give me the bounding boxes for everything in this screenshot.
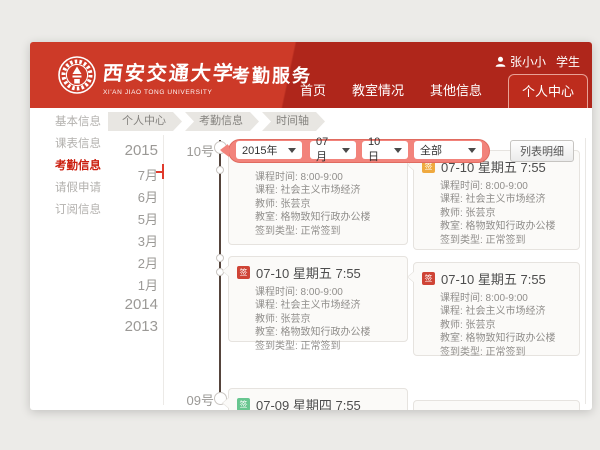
nav-home[interactable]: 首页: [300, 80, 326, 108]
card-line-course-time: 课程时间: 8:00-9:00: [440, 180, 571, 193]
filter-controls: 2015年 07月 10日 全部: [228, 139, 490, 163]
card-line-classroom: 教室: 格物致知行政办公楼: [440, 332, 571, 345]
card-line-course-time: 课程时间: 8:00-9:00: [440, 292, 571, 305]
nav-other-info[interactable]: 其他信息: [430, 80, 482, 108]
list-detail-button[interactable]: 列表明细: [510, 140, 574, 162]
current-month-marker: [162, 164, 164, 179]
card-date: 07-10 星期五 7:55: [441, 269, 546, 288]
card-header: 签 07-10 星期五 7:55: [229, 257, 407, 282]
chevron-down-icon: [394, 148, 402, 153]
attendance-card[interactable]: 课程时间: 8:00-9:00 课程: 社会主义市场经济 教师: 张芸京 教室:…: [228, 150, 408, 245]
card-body: 课程时间: 8:00-9:00 课程: 社会主义市场经济 教师: 张芸京 教室:…: [229, 282, 407, 361]
chevron-down-icon: [468, 148, 476, 153]
user-info[interactable]: 张小小 学生: [495, 53, 580, 70]
card-body: 课程时间: 8:00-9:00 课程: 社会主义市场经济 教师: 张芸京 教室:…: [414, 176, 579, 255]
university-name-cn: 西安交通大学: [101, 57, 236, 86]
card-header: 签 07-10 星期五 7:55: [414, 263, 579, 288]
type-dropdown-value: 全部: [420, 142, 442, 158]
attendance-app-window: 西安交通大学 XI'AN JIAO TONG UNIVERSITY 考勤服务 张…: [30, 42, 592, 410]
card-body: 课程时间: 8:00-9:00 课程: 社会主义市场经济 教师: 张芸京 教室:…: [229, 151, 407, 246]
timeline-day-09: 09号: [180, 390, 214, 409]
university-name-en: XI'AN JIAO TONG UNIVERSITY: [103, 89, 235, 96]
card-line-course-time: 课程时间: 8:00-9:00: [255, 286, 399, 299]
timeline-scale-jul[interactable]: 7月: [90, 165, 158, 184]
card-line-signin-type: 签到类型: 正常签到: [255, 340, 399, 353]
user-name: 张小小: [510, 53, 546, 70]
day-dropdown-value: 10日: [368, 136, 388, 164]
timeline-scale-may[interactable]: 5月: [90, 209, 158, 228]
card-date: 07-09 星期四 7:55: [256, 395, 361, 410]
timeline-node: [216, 254, 224, 262]
attendance-card[interactable]: 签 07-10 星期五 7:55 课程时间: 8:00-9:00 课程: 社会主…: [413, 150, 580, 250]
desktop-background: 西安交通大学 XI'AN JIAO TONG UNIVERSITY 考勤服务 张…: [0, 0, 600, 450]
nav-personal-center-active[interactable]: 个人中心: [508, 74, 588, 108]
card-date: 07-10 星期五 7:55: [256, 263, 361, 282]
app-header: 西安交通大学 XI'AN JIAO TONG UNIVERSITY 考勤服务 张…: [30, 42, 592, 108]
timeline-node: [216, 166, 224, 174]
university-logo-icon: [57, 55, 97, 95]
signin-stamp-icon: 签: [422, 272, 435, 285]
card-line-teacher: 教师: 张芸京: [440, 207, 571, 220]
chevron-down-icon: [342, 148, 350, 153]
month-dropdown-value: 07月: [316, 136, 336, 164]
day-dropdown[interactable]: 10日: [362, 141, 408, 159]
attendance-card[interactable]: 签 07-10 星期五 7:55 课程时间: 8:00-9:00 课程: 社会主…: [413, 262, 580, 356]
card-line-classroom: 教室: 格物致知行政办公楼: [255, 326, 399, 339]
attendance-card[interactable]: 签 07-09 星期四 7:55: [228, 388, 408, 410]
breadcrumb: 个人中心 考勤信息 时间轴: [108, 112, 325, 131]
university-brand: 西安交通大学 XI'AN JIAO TONG UNIVERSITY: [103, 57, 235, 96]
card-line-signin-type: 签到类型: 正常签到: [440, 234, 571, 247]
nav-classrooms[interactable]: 教室情况: [352, 80, 404, 108]
card-line-classroom: 教室: 格物致知行政办公楼: [255, 211, 399, 224]
timeline-scale-jun[interactable]: 6月: [90, 187, 158, 206]
timeline-scale-2014[interactable]: 2014: [90, 296, 158, 313]
attendance-card[interactable]: 签 07-10 星期五 7:55 课程时间: 8:00-9:00 课程: 社会主…: [228, 256, 408, 342]
timeline-scale-2015[interactable]: 2015: [90, 142, 158, 159]
chevron-down-icon: [288, 148, 296, 153]
card-line-teacher: 教师: 张芸京: [255, 313, 399, 326]
card-line-course: 课程: 社会主义市场经济: [440, 305, 571, 318]
user-role: 学生: [556, 53, 580, 70]
card-line-course: 课程: 社会主义市场经济: [255, 299, 399, 312]
card-line-signin-type: 签到类型: 正常签到: [440, 346, 571, 359]
card-line-course: 课程: 社会主义市场经济: [255, 184, 399, 197]
month-dropdown[interactable]: 07月: [310, 141, 356, 159]
card-body: 课程时间: 8:00-9:00 课程: 社会主义市场经济 教师: 张芸京 教室:…: [414, 288, 579, 367]
signin-stamp-icon: 签: [237, 398, 250, 410]
timeline-scale-mar[interactable]: 3月: [90, 231, 158, 250]
card-line-teacher: 教师: 张芸京: [440, 319, 571, 332]
person-icon: [495, 56, 506, 67]
breadcrumb-attendance-info[interactable]: 考勤信息: [185, 112, 259, 131]
sidebar-item-basic-info[interactable]: 基本信息: [55, 116, 101, 129]
card-header: 签 07-09 星期四 7:55: [229, 389, 407, 410]
scrollbar-track[interactable]: [585, 138, 586, 404]
card-line-classroom: 教室: 格物致知行政办公楼: [440, 220, 571, 233]
type-dropdown[interactable]: 全部: [414, 141, 482, 159]
card-line-signin-type: 签到类型: 正常签到: [255, 225, 399, 238]
attendance-card[interactable]: [413, 400, 580, 410]
card-line-teacher: 教师: 张芸京: [255, 198, 399, 211]
signin-stamp-icon: 签: [237, 266, 250, 279]
timeline-scale-2013[interactable]: 2013: [90, 318, 158, 335]
timeline-scale-feb[interactable]: 2月: [90, 253, 158, 272]
card-line-course: 课程: 社会主义市场经济: [440, 193, 571, 206]
timeline-day-10: 10号: [180, 141, 214, 160]
breadcrumb-timeline[interactable]: 时间轴: [262, 112, 325, 131]
year-dropdown-value: 2015年: [242, 142, 277, 158]
year-dropdown[interactable]: 2015年: [236, 141, 302, 159]
timeline-scale-jan[interactable]: 1月: [90, 275, 158, 294]
breadcrumb-personal-center[interactable]: 个人中心: [108, 112, 182, 131]
main-nav: 首页 教室情况 其他信息 个人中心: [300, 74, 588, 108]
card-line-course-time: 课程时间: 8:00-9:00: [255, 171, 399, 184]
